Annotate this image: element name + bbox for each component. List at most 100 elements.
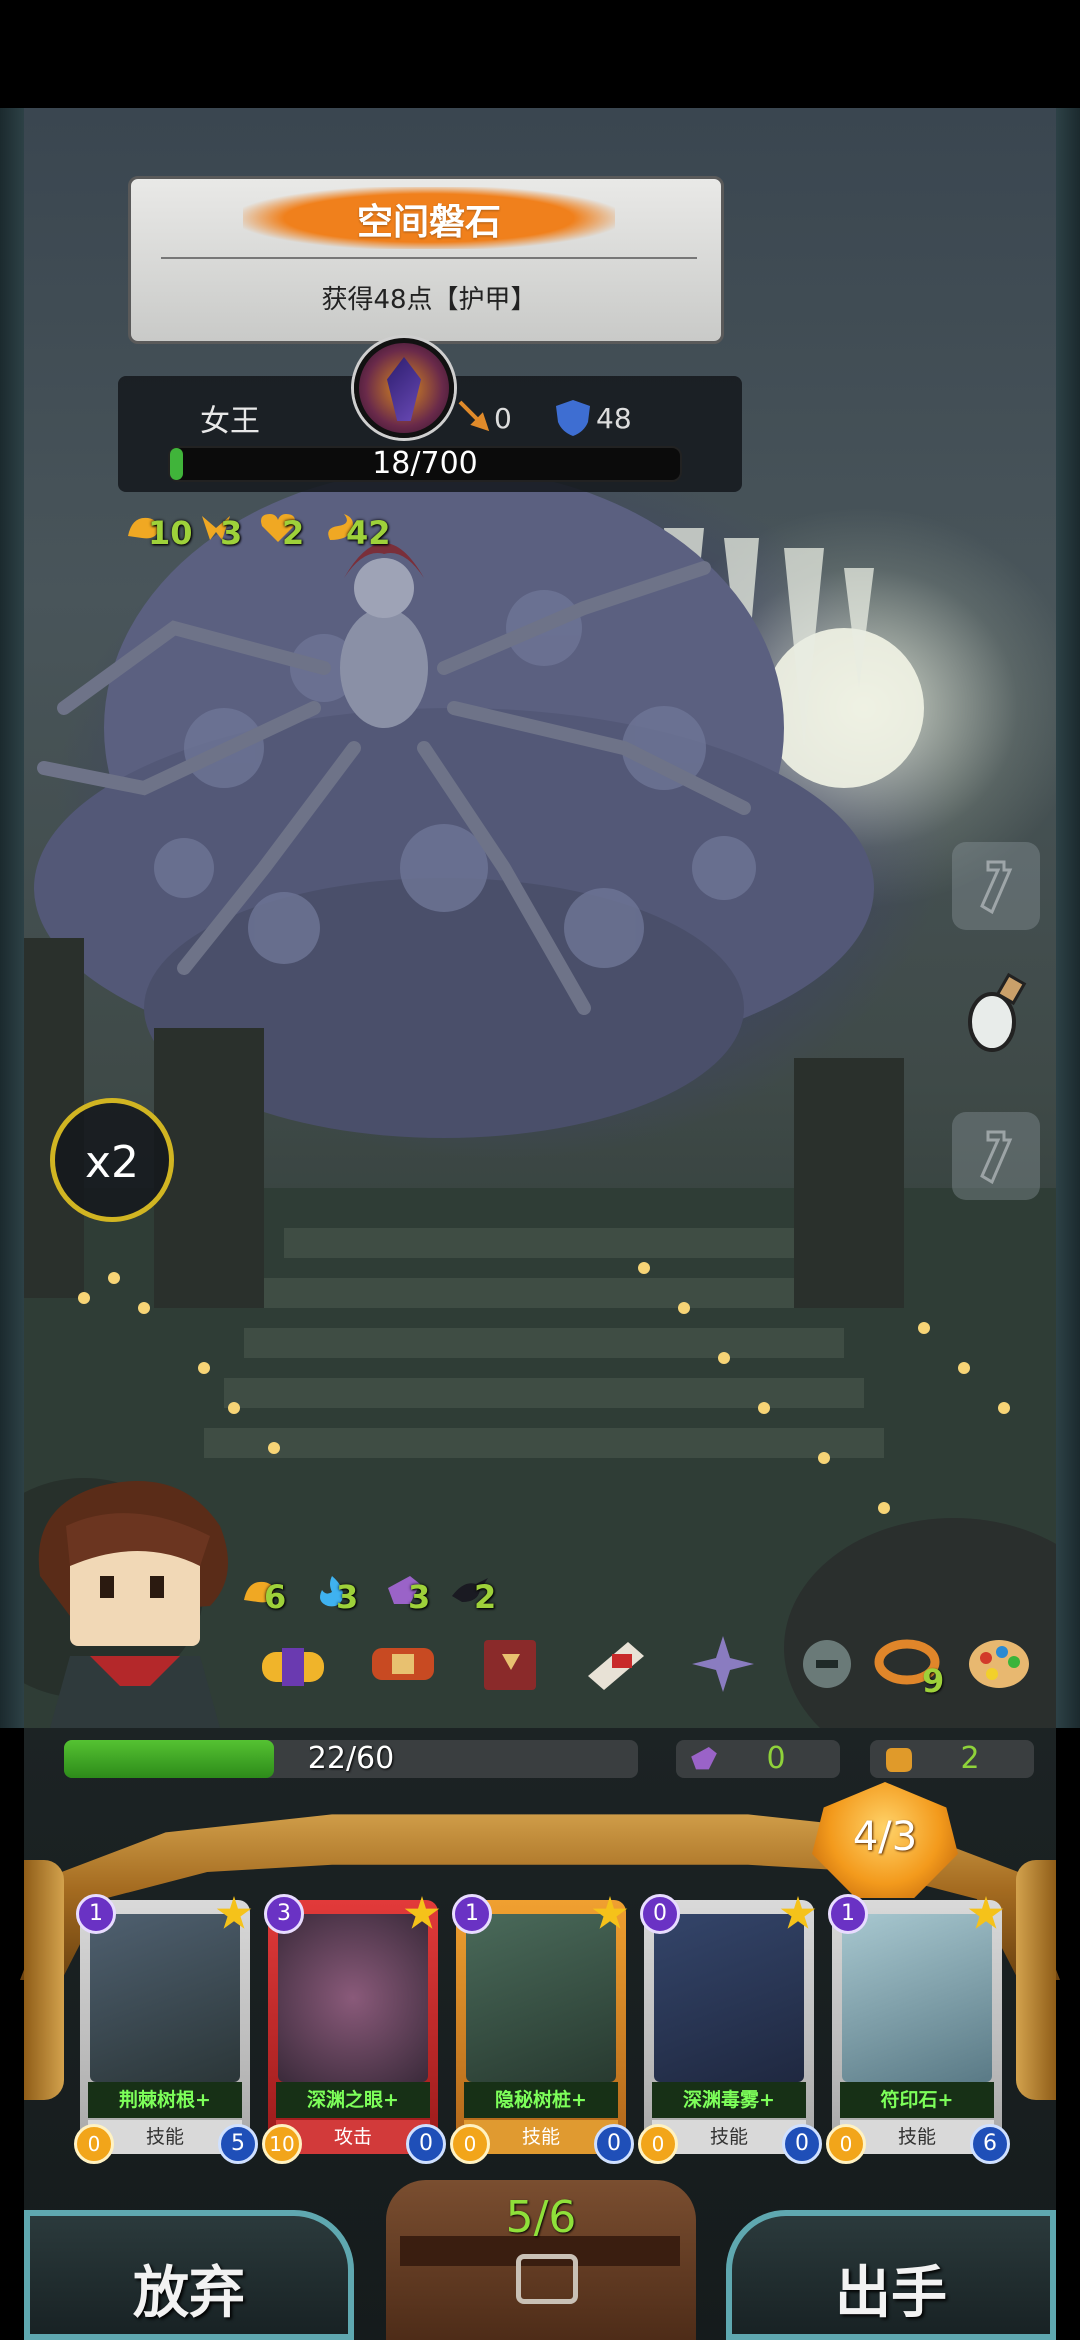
skill-title: 空间磐石 xyxy=(356,202,501,243)
relic-scroll[interactable] xyxy=(256,1632,330,1696)
enemy-buff-ribbon[interactable]: 3 xyxy=(196,506,256,558)
empty-potion-slot-icon xyxy=(980,860,1013,915)
card-cost: 1 xyxy=(76,1894,116,1934)
card-art xyxy=(466,1914,616,2082)
buckle-icon xyxy=(516,2254,578,2304)
card-left-value: 0 xyxy=(74,2124,114,2164)
player-fist-stat[interactable]: 2 xyxy=(870,1740,1034,1778)
purple-shield-icon xyxy=(691,1747,717,1770)
frame-side-right xyxy=(1016,1860,1056,2100)
boot-relic-icon xyxy=(588,1642,644,1690)
speed-toggle-button[interactable]: x2 xyxy=(50,1098,174,1222)
player-shield-stat[interactable]: 0 xyxy=(676,1740,840,1778)
card-cost: 0 xyxy=(640,1894,680,1934)
card-art xyxy=(278,1914,428,2082)
energy-counter: 4/3 xyxy=(852,1814,918,1860)
helmet-relic-icon xyxy=(803,1640,851,1688)
card-name: 符印石+ xyxy=(880,2089,954,2111)
relic-helmet[interactable] xyxy=(790,1632,864,1696)
enemy-buff-heart[interactable]: 2 xyxy=(258,506,318,558)
relic-boot[interactable] xyxy=(578,1632,652,1696)
relic-ring[interactable]: 9 xyxy=(870,1632,944,1700)
player-shield-value: 0 xyxy=(766,1741,786,1776)
divider xyxy=(161,257,697,259)
card-cost: 1 xyxy=(828,1894,868,1934)
card-art xyxy=(90,1914,240,2082)
enemy-buff-strength[interactable]: 10 xyxy=(124,506,194,558)
fist-icon xyxy=(886,1748,912,1772)
relic-book[interactable] xyxy=(472,1632,546,1696)
card-left-value: 0 xyxy=(450,2124,490,2164)
skill-description: 获得48点【护甲】 xyxy=(321,285,537,315)
potion-slot-1[interactable] xyxy=(952,842,1040,930)
buff-value: 10 xyxy=(148,514,193,552)
speed-label: x2 xyxy=(84,1137,140,1188)
shuriken-relic-icon xyxy=(692,1636,754,1692)
discard-label: 放弃 xyxy=(133,2261,245,2326)
card-art xyxy=(654,1914,804,2082)
potion-slot-3[interactable] xyxy=(952,1112,1040,1200)
card-right-value: 6 xyxy=(970,2124,1010,2164)
potion-flask-icon xyxy=(968,972,1027,1052)
buff-value: 42 xyxy=(346,514,391,552)
play-button[interactable]: 出手 xyxy=(726,2210,1056,2340)
hand-card-4[interactable]: 深渊毒雾+ 技能 0 0 0 xyxy=(638,1894,822,2164)
player-buff-crow[interactable]: 2 xyxy=(450,1570,520,1622)
card-right-value: 0 xyxy=(594,2124,634,2164)
card-name: 深渊毒雾+ xyxy=(683,2089,775,2111)
enemy-intent-panel: 空间磐石 获得48点【护甲】 xyxy=(128,176,724,344)
hand-card-5[interactable]: 符印石+ 技能 1 0 6 xyxy=(826,1894,1010,2164)
card-right-value: 5 xyxy=(218,2124,258,2164)
frame-side-left xyxy=(24,1860,64,2100)
buff-value: 2 xyxy=(282,514,305,552)
enemy-armor-value: 48 xyxy=(596,402,632,435)
card-right-value: 0 xyxy=(406,2124,446,2164)
enemy-buff-serpent[interactable]: 42 xyxy=(322,506,402,558)
relic-palette[interactable] xyxy=(962,1632,1036,1696)
scene-border-right xyxy=(1056,108,1080,1728)
player-fist-value: 2 xyxy=(960,1741,980,1776)
discard-button[interactable]: 放弃 xyxy=(24,2210,354,2340)
player-buff-shield[interactable]: 3 xyxy=(384,1570,454,1622)
card-name: 隐秘树桩+ xyxy=(495,2089,587,2111)
enemy-hp-text: 18/700 xyxy=(372,446,478,481)
card-name: 深渊之眼+ xyxy=(307,2089,399,2111)
buff-value: 3 xyxy=(220,514,243,552)
hand-card-3[interactable]: 隐秘树桩+ 技能 1 0 0 xyxy=(450,1894,634,2164)
card-cost: 1 xyxy=(452,1894,492,1934)
enemy-portrait[interactable] xyxy=(354,338,454,438)
status-bar xyxy=(0,0,1080,108)
hand-card-2[interactable]: 深渊之眼+ 攻击 3 10 0 xyxy=(262,1894,446,2164)
scene-border-left xyxy=(0,108,24,1728)
relic-belt[interactable] xyxy=(366,1632,440,1696)
card-cost: 3 xyxy=(264,1894,304,1934)
relic-shuriken[interactable] xyxy=(686,1632,760,1696)
card-art xyxy=(842,1914,992,2082)
player-buff-flame[interactable]: 3 xyxy=(312,1570,382,1622)
crystal-icon xyxy=(387,357,421,421)
buff-value: 3 xyxy=(336,1578,359,1616)
play-label: 出手 xyxy=(835,2261,947,2326)
player-buff-strength[interactable]: 6 xyxy=(240,1570,310,1622)
enemy-name: 女王 xyxy=(200,404,260,439)
hand-card-1[interactable]: 荆棘树根+ 技能 1 0 5 xyxy=(74,1894,258,2164)
belt-relic-icon xyxy=(372,1648,434,1680)
card-left-value: 0 xyxy=(826,2124,866,2164)
book-relic-icon xyxy=(484,1640,536,1690)
deck-counter: 5/6 xyxy=(505,2192,577,2243)
buff-value: 3 xyxy=(408,1578,431,1616)
player-hp-text: 22/60 xyxy=(307,1741,395,1776)
sword-icon xyxy=(458,400,490,432)
scroll-relic-icon xyxy=(262,1648,324,1686)
palette-relic-icon xyxy=(969,1640,1029,1688)
enemy-attack-value: 0 xyxy=(494,402,512,435)
empty-potion-slot-icon xyxy=(980,1130,1013,1185)
potion-slot-2[interactable] xyxy=(952,968,1040,1056)
hero-character[interactable] xyxy=(30,1466,240,1728)
game-screen: 空间磐石 获得48点【护甲】 女王 0 48 18/700 10 3 2 42 … xyxy=(0,0,1080,2340)
buff-value: 6 xyxy=(264,1578,287,1616)
relic-counter: 9 xyxy=(922,1662,945,1700)
shield-icon xyxy=(556,400,590,436)
card-left-value: 10 xyxy=(262,2124,302,2164)
buff-value: 2 xyxy=(474,1578,497,1616)
